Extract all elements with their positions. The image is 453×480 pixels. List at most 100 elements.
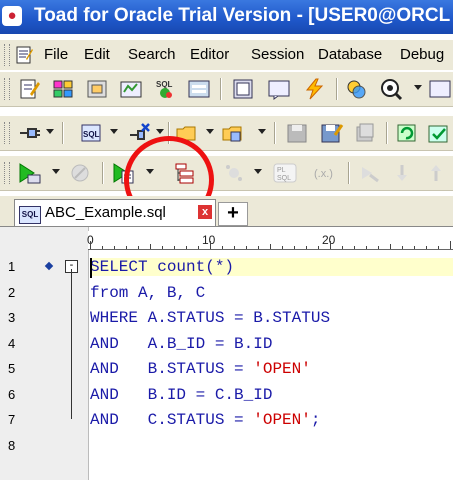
new-window-icon[interactable] xyxy=(220,121,246,145)
svg-text:SQL: SQL xyxy=(156,80,173,89)
sql-file-icon[interactable]: SQL xyxy=(78,121,104,145)
chevron-down-icon[interactable] xyxy=(254,169,262,174)
stop-icon[interactable] xyxy=(68,161,94,185)
print-icon[interactable] xyxy=(352,121,378,145)
sql-recall-icon[interactable] xyxy=(84,77,110,101)
code-token: AND B.STATUS = xyxy=(90,360,254,378)
chevron-down-icon[interactable] xyxy=(46,129,54,134)
output-icon[interactable] xyxy=(266,77,292,101)
connect-icon[interactable] xyxy=(16,121,42,145)
close-icon[interactable]: x xyxy=(198,205,212,219)
overflow-icon[interactable] xyxy=(428,77,453,101)
explain-plan-icon[interactable] xyxy=(172,161,198,185)
ruler-tick xyxy=(282,246,283,249)
session-browser-icon[interactable] xyxy=(186,77,212,101)
menu-debug[interactable]: Debug xyxy=(400,46,444,63)
schema-browser-icon[interactable] xyxy=(50,77,76,101)
toolbar-grip[interactable] xyxy=(4,78,10,100)
query-builder-icon[interactable] xyxy=(378,77,404,101)
code-token: AND C.STATUS = xyxy=(90,411,254,429)
toolbar-grip[interactable] xyxy=(4,162,10,184)
menu-session[interactable]: Session xyxy=(251,46,304,63)
toolbar-separator xyxy=(336,78,338,100)
save-icon[interactable] xyxy=(284,121,310,145)
step-into-icon[interactable] xyxy=(356,161,382,185)
debug-icon[interactable] xyxy=(222,161,248,185)
chevron-down-icon[interactable] xyxy=(258,129,266,134)
refresh-icon[interactable] xyxy=(394,121,420,145)
new-tab-button[interactable]: + xyxy=(218,202,248,226)
step-out-icon[interactable] xyxy=(424,161,450,185)
code-line[interactable]: 2 from A, B, C xyxy=(0,281,453,306)
menu-database[interactable]: Database xyxy=(318,46,382,63)
chevron-down-icon[interactable] xyxy=(206,129,214,134)
line-number: 4 xyxy=(8,335,16,351)
menu-grip[interactable] xyxy=(4,44,10,66)
code-line[interactable]: 8 xyxy=(0,434,453,459)
save-as-icon[interactable] xyxy=(318,121,344,145)
step-over-icon[interactable] xyxy=(390,161,416,185)
new-editor-icon[interactable] xyxy=(16,77,42,101)
code-line[interactable]: 6 AND B.ID = C.B_ID xyxy=(0,383,453,408)
svg-text:SQL: SQL xyxy=(83,130,100,139)
string-literal: 'OPEN' xyxy=(253,411,311,429)
chevron-down-icon[interactable] xyxy=(110,129,118,134)
code-line[interactable]: 3 WHERE A.STATUS = B.STATUS xyxy=(0,306,453,331)
tab-label: ABC_Example.sql xyxy=(45,204,166,221)
tab-abc-example[interactable]: SQL ABC_Example.sql x xyxy=(14,199,216,226)
sql-editor[interactable]: 0 10 20 1- SELECT count(*) 2 from A, B, C 3 W… xyxy=(0,227,453,480)
toolbar-separator xyxy=(102,162,104,184)
menu-file[interactable]: File xyxy=(44,46,68,63)
ruler-tick xyxy=(438,246,439,249)
editor-tab-strip: SQL ABC_Example.sql x + xyxy=(0,196,453,227)
code-text: WHERE A.STATUS = B.STATUS xyxy=(90,309,330,327)
chevron-down-icon[interactable] xyxy=(156,129,164,134)
code-text: AND B.STATUS = 'OPEN' xyxy=(90,360,311,378)
window-icon[interactable] xyxy=(230,77,256,101)
ruler-tick xyxy=(126,246,127,249)
ruler-tick xyxy=(150,244,151,249)
ruler-tick xyxy=(258,246,259,249)
code-text: SELECT count(*) xyxy=(90,258,453,276)
format-icon[interactable]: (.x.) xyxy=(312,161,338,185)
execute-statement-icon[interactable] xyxy=(16,161,42,185)
chevron-down-icon[interactable] xyxy=(52,169,60,174)
toolbar-grip[interactable] xyxy=(4,122,10,144)
sql-file-icon: SQL xyxy=(19,206,41,224)
disconnect-icon[interactable] xyxy=(126,121,152,145)
quick-action-icon[interactable] xyxy=(302,77,328,101)
plsql-icon[interactable]: PL SQL xyxy=(272,161,298,185)
menu-editor[interactable]: Editor xyxy=(190,46,229,63)
window-title: Toad for Oracle Trial Version - [USER0@O… xyxy=(34,5,451,26)
line-number: 3 xyxy=(8,310,16,325)
code-line[interactable]: 4 AND A.B_ID = B.ID xyxy=(0,332,453,357)
compare-icon[interactable] xyxy=(344,77,370,101)
bookmark-icon[interactable] xyxy=(44,261,54,271)
toad-app-icon[interactable]: ● xyxy=(2,6,22,26)
ruler-tick xyxy=(330,241,331,249)
line-number: 8 xyxy=(8,437,16,453)
execute-toolbar: PL SQL (.x.) xyxy=(0,155,453,191)
code-line[interactable]: 7 AND C.STATUS = 'OPEN'; xyxy=(0,408,453,433)
open-folder-icon[interactable] xyxy=(174,121,200,145)
chevron-down-icon[interactable] xyxy=(414,85,422,90)
code-token: WHERE A.STATUS = B.STATUS xyxy=(90,309,331,327)
toolbar-separator xyxy=(220,78,222,100)
execute-script-icon[interactable] xyxy=(110,161,136,185)
menu-search[interactable]: Search xyxy=(128,46,176,63)
ruler-tick xyxy=(270,244,271,249)
code-line[interactable]: 5 AND B.STATUS = 'OPEN' xyxy=(0,357,453,382)
svg-text:PL: PL xyxy=(277,167,286,174)
ruler-tick xyxy=(318,246,319,249)
code-line[interactable]: 1- SELECT count(*) xyxy=(0,255,453,280)
menu-edit[interactable]: Edit xyxy=(84,46,110,63)
sql-modeler-icon[interactable]: SQL xyxy=(152,77,178,101)
ruler-tick xyxy=(210,241,211,249)
ruler-tick xyxy=(114,246,115,249)
project-manager-icon[interactable] xyxy=(118,77,144,101)
chevron-down-icon[interactable] xyxy=(146,169,154,174)
main-toolbar: SQL xyxy=(0,71,453,107)
commit-icon[interactable] xyxy=(426,121,452,145)
string-literal: 'OPEN' xyxy=(253,360,311,378)
code-text: AND C.STATUS = 'OPEN'; xyxy=(90,411,320,429)
